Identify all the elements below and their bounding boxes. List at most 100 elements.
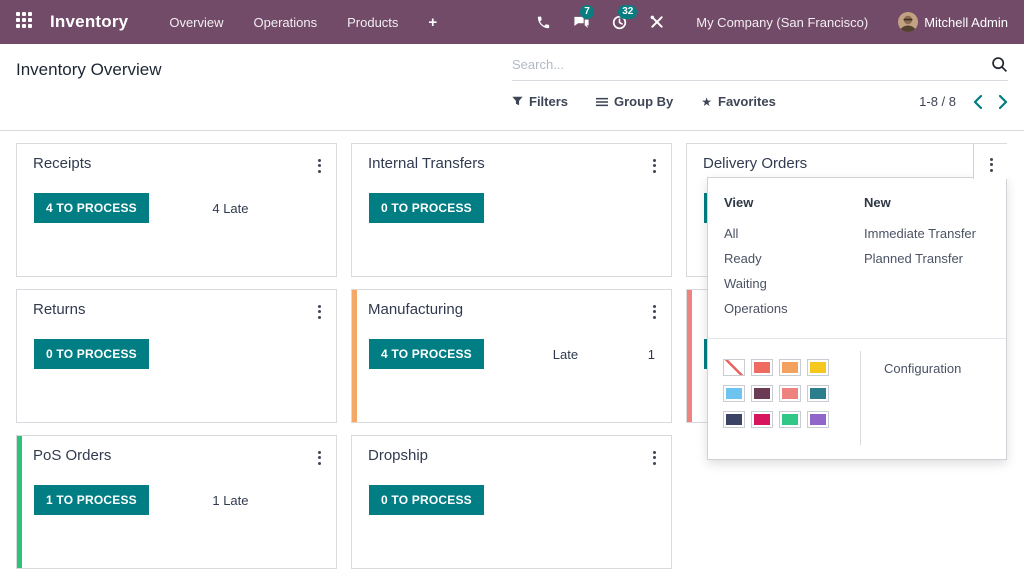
to-process-button[interactable]: 1 TO PROCESS [34,485,149,515]
card-color-stripe [17,290,22,422]
user-name: Mitchell Admin [924,15,1008,30]
kebab-menu-icon[interactable] [645,153,663,178]
color-swatch[interactable] [751,385,773,402]
dropdown-bottom-section: Configuration [708,339,1006,459]
activities-icon[interactable]: 32 [610,13,628,31]
color-swatch[interactable] [807,359,829,376]
search-icon[interactable] [991,56,1008,73]
pager-value[interactable]: 1-8 / 8 [919,94,956,109]
control-panel: Inventory Overview Filters [0,44,1024,131]
card-color-stripe [352,144,357,276]
color-swatch[interactable] [779,385,801,402]
card-manage-dropdown: View All Ready Waiting Operations New Im… [707,177,1007,460]
kebab-menu-icon[interactable] [310,153,328,178]
group-by-icon [596,96,608,108]
menu-item-immediate-transfer[interactable]: Immediate Transfer [864,221,976,246]
company-switcher[interactable]: My Company (San Francisco) [686,15,878,30]
color-swatch[interactable] [723,411,745,428]
menu-item-operations[interactable]: Operations [724,296,788,321]
kebab-menu-icon[interactable] [310,299,328,324]
late-count-link[interactable]: 1 Late [149,493,312,508]
open-kebab-toggle[interactable] [973,144,1007,179]
kanban-card-returns: Returns 0 TO PROCESS [16,289,337,423]
group-by-label: Group By [614,94,673,109]
search-input[interactable] [512,57,991,72]
kebab-menu-icon[interactable] [645,445,663,470]
card-color-stripe [352,436,357,568]
to-process-button[interactable]: 0 TO PROCESS [34,339,149,369]
search-box [512,56,1008,81]
kanban-board: Receipts 4 TO PROCESS 4 Late Internal Tr… [0,131,1024,584]
app-window: Inventory Overview Operations Products +… [0,0,1024,584]
dropdown-view-section: View All Ready Waiting Operations [724,195,788,321]
card-color-stripe [17,144,22,276]
menu-item-ready[interactable]: Ready [724,246,788,271]
card-title[interactable]: Returns [33,301,86,318]
nav-item-products[interactable]: Products [332,2,413,43]
tools-icon[interactable] [648,13,666,31]
new-section-header: New [864,195,976,211]
color-swatch[interactable] [807,411,829,428]
to-process-button[interactable]: 0 TO PROCESS [369,193,484,223]
kebab-menu-icon[interactable] [310,445,328,470]
nav-item-overview[interactable]: Overview [154,2,238,43]
pager: 1-8 / 8 [919,94,1008,109]
color-swatch[interactable] [751,359,773,376]
card-title[interactable]: Delivery Orders [703,155,807,172]
plus-menu-icon[interactable]: + [413,4,452,41]
card-title[interactable]: Internal Transfers [368,155,485,172]
to-process-button[interactable]: 4 TO PROCESS [34,193,149,223]
kanban-card-internal-transfers: Internal Transfers 0 TO PROCESS [351,143,672,277]
menu-item-planned-transfer[interactable]: Planned Transfer [864,246,976,271]
color-swatch-none[interactable] [723,359,745,376]
apps-grid-icon[interactable] [16,12,36,32]
filter-funnel-icon [512,96,523,107]
kebab-menu-icon[interactable] [645,299,663,324]
late-count-link[interactable]: Late [484,347,647,362]
late-count-value[interactable]: 1 [647,347,655,362]
nav-item-operations[interactable]: Operations [239,2,333,43]
pager-next-icon[interactable] [999,95,1008,109]
user-menu[interactable]: Mitchell Admin [898,12,1008,32]
card-title[interactable]: Manufacturing [368,301,463,318]
to-process-button[interactable]: 0 TO PROCESS [369,485,484,515]
activities-count-badge: 32 [618,5,637,19]
top-navbar: Inventory Overview Operations Products +… [0,0,1024,44]
star-icon: ★ [701,95,712,109]
messages-icon[interactable]: 7 [572,13,590,31]
card-color-stripe [17,436,22,568]
late-count-link[interactable]: 4 Late [149,201,312,216]
avatar [898,12,918,32]
view-section-header: View [724,195,788,211]
group-by-button[interactable]: Group By [596,94,673,109]
kebab-menu-icon [982,152,1000,177]
kanban-card-manufacturing: Manufacturing 4 TO PROCESS Late 1 [351,289,672,423]
menu-item-waiting[interactable]: Waiting [724,271,788,296]
menu-item-all[interactable]: All [724,221,788,246]
kanban-card-dropship: Dropship 0 TO PROCESS [351,435,672,569]
color-swatch[interactable] [751,411,773,428]
search-options-row: Filters Group By ★ Favorites 1-8 / 8 [512,94,1008,109]
messages-count-badge: 7 [580,5,594,19]
color-swatch[interactable] [723,385,745,402]
color-swatch[interactable] [779,359,801,376]
filters-label: Filters [529,94,568,109]
favorites-label: Favorites [718,94,776,109]
card-title[interactable]: Receipts [33,155,91,172]
configuration-link[interactable]: Configuration [884,361,961,376]
filters-button[interactable]: Filters [512,94,568,109]
to-process-button[interactable]: 4 TO PROCESS [369,339,484,369]
color-palette [723,359,829,428]
phone-icon[interactable] [534,13,552,31]
card-color-stripe [687,290,692,422]
card-title[interactable]: Dropship [368,447,428,464]
pager-previous-icon[interactable] [973,95,982,109]
app-name[interactable]: Inventory [50,12,128,32]
kanban-card-receipts: Receipts 4 TO PROCESS 4 Late [16,143,337,277]
page-title: Inventory Overview [16,60,162,80]
color-swatch[interactable] [807,385,829,402]
color-swatch[interactable] [779,411,801,428]
favorites-button[interactable]: ★ Favorites [701,94,776,109]
card-title[interactable]: PoS Orders [33,447,111,464]
kanban-card-pos-orders: PoS Orders 1 TO PROCESS 1 Late [16,435,337,569]
